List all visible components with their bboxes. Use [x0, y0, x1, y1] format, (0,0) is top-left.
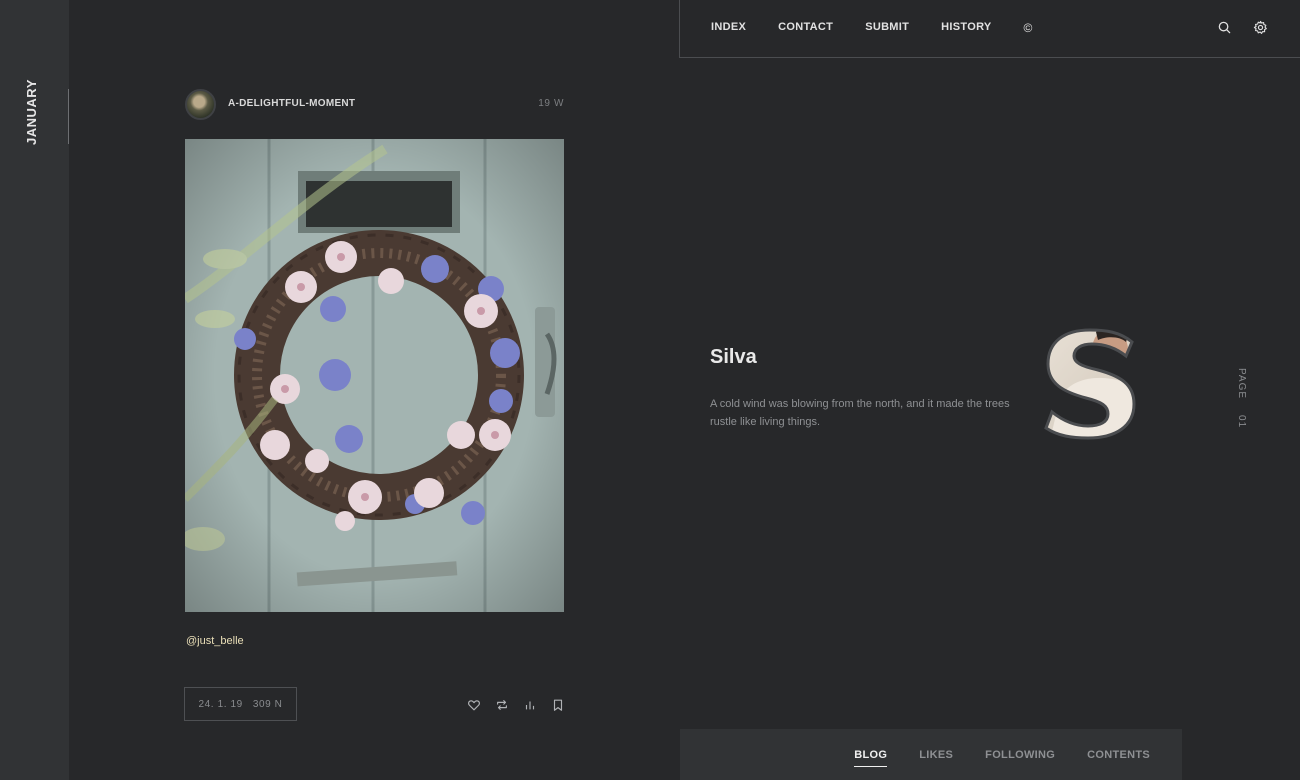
post-age: 19 W [538, 98, 564, 109]
blog-description: A cold wind was blowing from the north, … [710, 398, 1010, 428]
post-date: 24. 1. 19 [198, 698, 243, 710]
rail-divider [68, 89, 69, 144]
bottom-tab-bar: BLOG LIKES FOLLOWING CONTENTS [680, 729, 1182, 780]
tab-following[interactable]: FOLLOWING [985, 749, 1055, 761]
left-rail: JANUARY [0, 0, 69, 780]
post-meta[interactable]: 24. 1. 19 309 N [184, 687, 297, 721]
nav-link-contact[interactable]: CONTACT [778, 21, 833, 35]
nav-link-history[interactable]: HISTORY [941, 21, 991, 35]
page-indicator: PAGE 01 [1236, 368, 1247, 428]
blog-monogram [1044, 328, 1136, 440]
search-icon[interactable] [1217, 20, 1232, 35]
page-number: 01 [1236, 415, 1247, 429]
tab-blog[interactable]: BLOG [854, 749, 888, 767]
top-navigation: INDEX CONTACT SUBMIT HISTORY © [679, 0, 1300, 58]
gear-icon[interactable] [1253, 20, 1268, 35]
nav-links: INDEX CONTACT SUBMIT HISTORY © [711, 21, 1065, 35]
reblog-icon[interactable] [495, 698, 509, 712]
heart-icon[interactable] [467, 698, 481, 712]
post-username[interactable]: A-DELIGHTFUL-MOMENT [228, 98, 355, 109]
nav-link-submit[interactable]: SUBMIT [865, 21, 909, 35]
page-label: PAGE [1236, 368, 1247, 400]
blog-title: Silva [710, 346, 757, 368]
avatar[interactable] [185, 89, 216, 120]
nav-link-index[interactable]: INDEX [711, 21, 746, 35]
bookmark-icon[interactable] [551, 698, 565, 712]
post-photo[interactable] [185, 139, 564, 612]
post-notes: 309 N [252, 698, 283, 710]
tab-likes[interactable]: LIKES [919, 749, 953, 761]
tab-contents[interactable]: CONTENTS [1087, 749, 1150, 761]
photo-credit-link[interactable]: @just_belle [186, 635, 244, 647]
stats-icon[interactable] [523, 698, 537, 712]
nav-link-copyright[interactable]: © [1024, 21, 1033, 35]
month-label: JANUARY [24, 79, 39, 145]
